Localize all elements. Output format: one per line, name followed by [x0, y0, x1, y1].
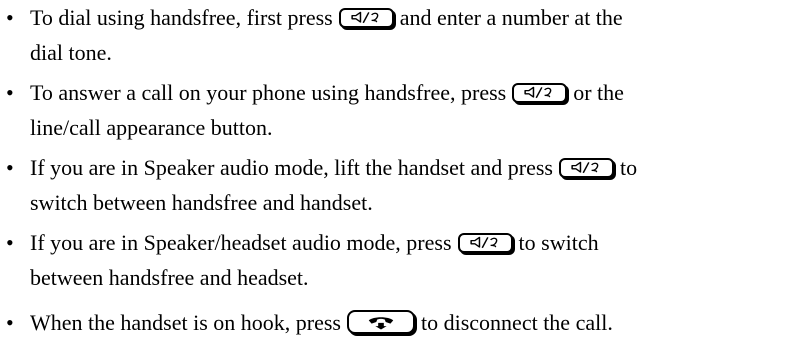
bullet: • — [6, 310, 14, 335]
bullet: • — [6, 155, 14, 180]
item-text-continuation: switch between handsfree and handset. — [30, 190, 373, 215]
item-text-after: or the — [573, 80, 624, 105]
item-text-after: and enter a number at the — [399, 5, 623, 30]
item-text-after: to — [619, 155, 638, 180]
item-text: To dial using handsfree, first press and … — [30, 0, 792, 70]
bullet: • — [6, 230, 14, 255]
item-text-continuation: line/call appearance button. — [30, 115, 273, 140]
bullet: • — [6, 5, 14, 30]
item-text-before: When the handset is on hook, press — [30, 310, 341, 335]
item-text-before: To answer a call on your phone using han… — [30, 80, 507, 105]
speaker-key-icon — [558, 157, 614, 178]
item-text-before: If you are in Speaker/headset audio mode… — [30, 230, 452, 255]
item-text-before: To dial using handsfree, first press — [30, 5, 333, 30]
list-item: • If you are in Speaker audio mode, lift… — [6, 150, 792, 220]
item-text-continuation: between handsfree and headset. — [30, 265, 309, 290]
speaker-key-icon — [338, 7, 394, 28]
list-item: • When the handset is on hook, press to d… — [6, 305, 792, 340]
list-item: • To answer a call on your phone using h… — [6, 75, 792, 145]
item-text-after: to disconnect the call. — [421, 310, 613, 335]
speaker-key-icon — [512, 82, 568, 103]
item-text-before: If you are in Speaker audio mode, lift t… — [30, 155, 553, 180]
list-item: • To dial using handsfree, first press an… — [6, 0, 792, 70]
list-item: • If you are in Speaker/headset audio mo… — [6, 225, 792, 295]
item-text: When the handset is on hook, press to dis… — [30, 305, 792, 340]
speaker-key-icon — [457, 232, 513, 253]
item-text-continuation: dial tone. — [30, 40, 112, 65]
item-text: To answer a call on your phone using han… — [30, 75, 792, 145]
item-text: If you are in Speaker/headset audio mode… — [30, 225, 792, 295]
release-key-icon — [347, 309, 415, 334]
item-text-after: to switch — [518, 230, 599, 255]
item-text: If you are in Speaker audio mode, lift t… — [30, 150, 792, 220]
bullet: • — [6, 80, 14, 105]
